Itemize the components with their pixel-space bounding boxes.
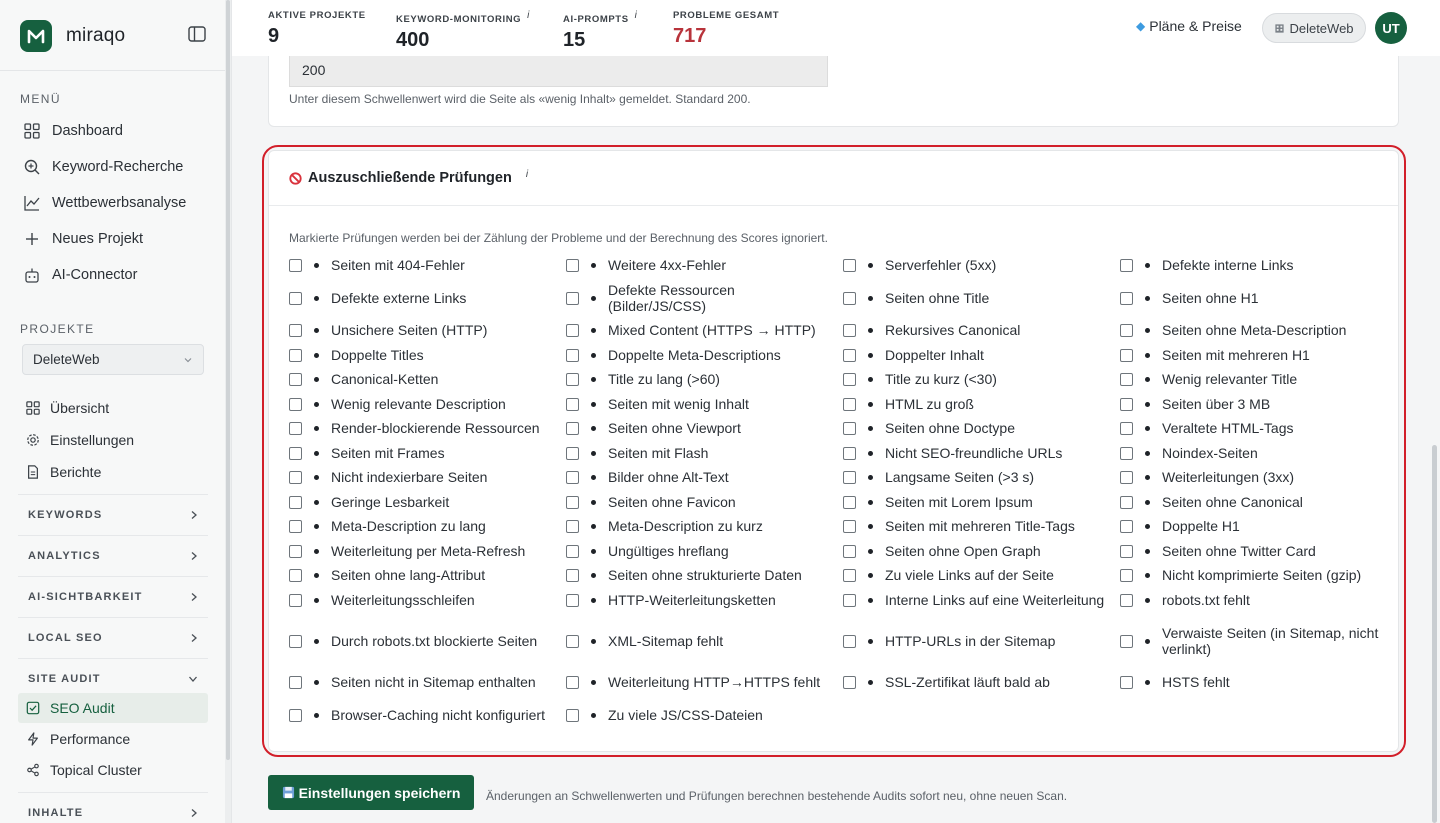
project-select[interactable]: DeleteWeb: [22, 344, 204, 375]
save-hint: Änderungen an Schwellenwerten und Prüfun…: [486, 789, 1068, 803]
site-audit-label: SEO Audit: [50, 700, 115, 716]
workspace-button[interactable]: DeleteWeb: [1262, 13, 1366, 43]
robot-icon: [25, 268, 39, 283]
brand[interactable]: miraqo: [20, 20, 125, 52]
chart-line-icon: [24, 196, 40, 211]
menu-item-neues-projekt[interactable]: Neues Projekt: [20, 221, 210, 257]
menu-label: Dashboard: [52, 123, 123, 139]
project-menu: Übersicht Einstellungen Berichte: [22, 392, 212, 488]
workspace-label: DeleteWeb: [1289, 20, 1354, 36]
share-icon: [27, 763, 39, 777]
plans-label: Pläne & Preise: [1149, 18, 1242, 34]
group-ai-sichtbarkeit[interactable]: AI-SICHTBARKEIT: [18, 576, 208, 616]
menu-label: AI-Connector: [52, 267, 138, 283]
file-icon: [28, 465, 38, 479]
main-scrollbar-thumb[interactable]: [1432, 445, 1437, 823]
stat-ai-prompts: AI-PROMPTS i 15: [563, 10, 637, 52]
group-keywords[interactable]: KEYWORDS: [18, 494, 208, 534]
bolt-icon: [28, 732, 38, 746]
group-label: AI-SICHTBARKEIT: [28, 590, 143, 603]
site-audit-label: Performance: [50, 731, 131, 747]
main-menu: Dashboard Keyword-Recherche Wettbewerbsa…: [20, 113, 210, 293]
highlight-frame: [262, 145, 1406, 757]
grid-icon: [24, 123, 40, 139]
grid-icon: [26, 401, 40, 415]
stat-aktive-projekte: AKTIVE PROJEKTE 9: [268, 10, 366, 48]
stat-label: AKTIVE PROJEKTE: [268, 10, 366, 21]
project-item-uebersicht[interactable]: Übersicht: [22, 392, 212, 424]
group-local-seo[interactable]: LOCAL SEO: [18, 617, 208, 657]
project-item-berichte[interactable]: Berichte: [22, 456, 212, 488]
info-icon[interactable]: i: [527, 10, 530, 21]
group-inhalte[interactable]: INHALTE: [18, 792, 208, 823]
sidebar-scrollbar[interactable]: [225, 0, 231, 823]
menu-label: Keyword-Recherche: [52, 159, 184, 175]
brand-name: miraqo: [66, 25, 126, 46]
floppy-disk-icon: [282, 786, 294, 799]
project-item-label: Berichte: [50, 464, 102, 480]
menu-label: Wettbewerbsanalyse: [52, 195, 187, 211]
group-label: INHALTE: [28, 806, 84, 819]
chevron-right-icon: [191, 510, 197, 519]
threshold-input[interactable]: 200: [289, 56, 828, 87]
threshold-panel: 200 Unter diesem Schwellenwert wird die …: [268, 56, 1399, 127]
logo-icon: [20, 20, 52, 52]
diamond-icon: ◆: [1136, 19, 1146, 33]
site-audit-item-performance[interactable]: Performance: [18, 724, 208, 754]
projects-heading: PROJEKTE: [20, 322, 95, 336]
project-item-label: Übersicht: [50, 400, 110, 416]
group-analytics[interactable]: ANALYTICS: [18, 535, 208, 575]
project-item-einstellungen[interactable]: Einstellungen: [22, 424, 212, 456]
chevron-right-icon: [191, 592, 197, 601]
group-site-audit[interactable]: SITE AUDIT: [18, 658, 208, 698]
group-label: SITE AUDIT: [28, 672, 101, 685]
info-icon[interactable]: i: [635, 10, 638, 21]
stat-label: AI-PROMPTS i: [563, 10, 638, 26]
search-icon: [24, 159, 40, 175]
stat-value: 717: [673, 25, 707, 47]
group-label: ANALYTICS: [28, 549, 101, 562]
plus-icon: [26, 233, 38, 245]
stat-value: 15: [563, 29, 586, 52]
menu-heading: MENÜ: [20, 92, 61, 106]
save-settings-button[interactable]: Einstellungen speichern: [268, 775, 474, 810]
group-label: LOCAL SEO: [28, 631, 103, 644]
site-audit-label: Topical Cluster: [50, 762, 142, 778]
sidebar-toggle-icon[interactable]: [188, 26, 208, 44]
chevron-down-icon: [189, 676, 197, 682]
chevron-down-icon: [184, 357, 192, 362]
threshold-hint: Unter diesem Schwellenwert wird die Seit…: [289, 92, 751, 106]
group-label: KEYWORDS: [28, 508, 103, 521]
chevron-right-icon: [191, 551, 197, 560]
stat-label: KEYWORD-MONITORING i: [396, 10, 530, 26]
menu-label: Neues Projekt: [52, 231, 144, 247]
stat-label: PROBLEME GESAMT: [673, 10, 780, 21]
chevron-right-icon: [191, 633, 197, 642]
checkbox-icon: [26, 701, 40, 715]
plans-link[interactable]: ◆ Pläne & Preise: [1136, 18, 1242, 34]
menu-item-wettbewerbsanalyse[interactable]: Wettbewerbsanalyse: [20, 185, 210, 221]
menu-item-keyword-recherche[interactable]: Keyword-Recherche: [20, 149, 210, 185]
stat-value: 400: [396, 29, 430, 52]
stat-probleme-gesamt: PROBLEME GESAMT 717: [673, 10, 779, 48]
building-icon: [1275, 23, 1285, 33]
save-label: Einstellungen speichern: [298, 784, 461, 801]
sidebar-scrollbar-thumb[interactable]: [226, 0, 230, 760]
site-audit-item-topical-cluster[interactable]: Topical Cluster: [18, 755, 208, 785]
menu-item-ai-connector[interactable]: AI-Connector: [20, 257, 210, 293]
top-bar: AKTIVE PROJEKTE 9 KEYWORD-MONITORING i 40…: [232, 0, 1440, 56]
sidebar: miraqo MENÜ Dashboard Keyword-Recherche …: [0, 0, 232, 823]
sidebar-divider: [0, 70, 226, 71]
chevron-right-icon: [191, 808, 197, 817]
project-item-label: Einstellungen: [50, 432, 135, 448]
gear-icon: [27, 434, 39, 446]
stat-value: 9: [268, 25, 280, 47]
avatar[interactable]: UT: [1375, 12, 1407, 44]
site-audit-item-seo-audit[interactable]: SEO Audit: [18, 693, 208, 723]
stat-keyword-monitoring: KEYWORD-MONITORING i 400: [396, 10, 530, 52]
project-select-value: DeleteWeb: [33, 352, 100, 367]
menu-item-dashboard[interactable]: Dashboard: [20, 113, 210, 149]
